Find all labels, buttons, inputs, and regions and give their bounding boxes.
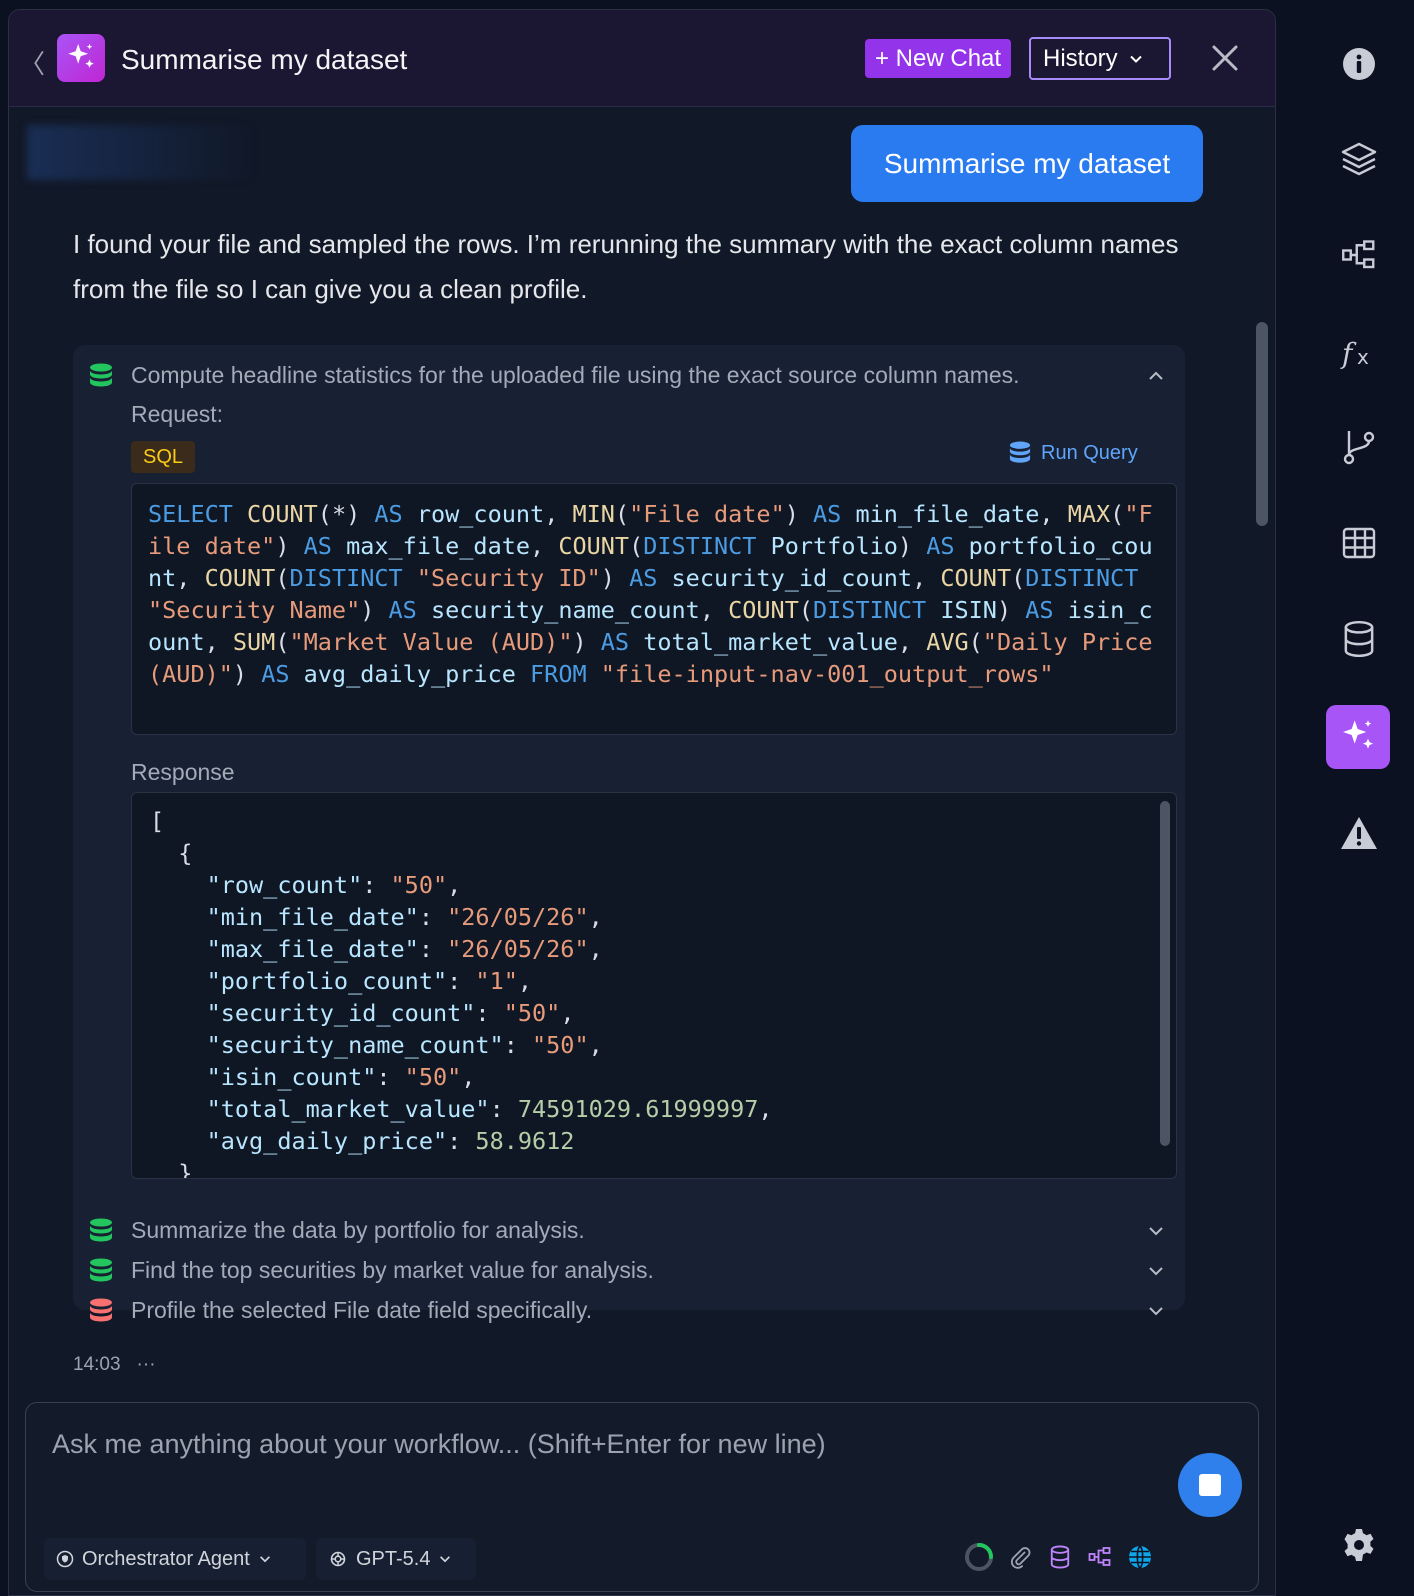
history-dropdown[interactable]: History xyxy=(1029,37,1171,80)
function-icon[interactable]: fx xyxy=(1338,332,1380,374)
workflow-icon[interactable] xyxy=(1083,1540,1117,1574)
globe-icon[interactable] xyxy=(1123,1540,1157,1574)
svg-text:f: f xyxy=(1340,337,1357,370)
svg-text:x: x xyxy=(1357,345,1369,369)
agent-label: Orchestrator Agent xyxy=(82,1547,250,1570)
chat-input-box[interactable]: Ask me anything about your workflow... (… xyxy=(25,1402,1259,1592)
chevron-down-icon xyxy=(1129,55,1142,63)
database-error-icon xyxy=(90,1298,112,1322)
chevron-down-icon[interactable] xyxy=(1147,1302,1165,1320)
message-meta: 14:03 ··· xyxy=(73,1354,156,1376)
openai-icon xyxy=(330,1551,346,1567)
stop-icon xyxy=(1199,1474,1221,1496)
sql-badge: SQL xyxy=(131,441,196,473)
response-json: [ { "row_count": "50", "min_file_date": … xyxy=(150,807,773,1179)
database-icon[interactable] xyxy=(1043,1540,1077,1574)
tool-call-card: Compute headline statistics for the uplo… xyxy=(73,345,1185,1323)
chat-title: Summarise my dataset xyxy=(121,44,408,75)
database-success-icon xyxy=(90,1218,112,1242)
sub-task-portfolio[interactable]: Summarize the data by portfolio for anal… xyxy=(131,1217,585,1244)
chat-header: 〈 Summarise my dataset + New Chat Histor… xyxy=(9,10,1275,107)
tool-call-description[interactable]: Compute headline statistics for the uplo… xyxy=(131,362,1020,389)
table-icon[interactable] xyxy=(1338,522,1380,564)
chevron-up-icon[interactable] xyxy=(1147,367,1165,385)
sparkles-icon xyxy=(1343,720,1373,749)
ai-assistant-tab[interactable] xyxy=(1326,705,1390,769)
response-scrollbar[interactable] xyxy=(1160,801,1170,1146)
close-button[interactable] xyxy=(1207,40,1243,76)
blurred-avatar xyxy=(27,125,257,180)
response-code-block[interactable]: [ { "row_count": "50", "min_file_date": … xyxy=(131,792,1177,1179)
run-query-button[interactable]: Run Query xyxy=(1009,441,1138,465)
paperclip-icon[interactable] xyxy=(1003,1540,1037,1574)
gear-icon[interactable] xyxy=(1338,1524,1380,1566)
chevron-down-icon[interactable] xyxy=(1147,1262,1165,1280)
chat-scrollbar[interactable] xyxy=(1256,322,1268,526)
chevron-down-icon[interactable] xyxy=(1147,1222,1165,1240)
database-success-icon xyxy=(90,1258,112,1282)
request-label: Request: xyxy=(131,401,224,427)
sparkles-logo-icon xyxy=(57,34,105,82)
shield-icon xyxy=(56,1550,74,1568)
layers-icon[interactable] xyxy=(1338,138,1380,180)
chat-input[interactable]: Ask me anything about your workflow... (… xyxy=(52,1429,826,1460)
user-message-bubble: Summarise my dataset xyxy=(851,125,1203,202)
more-options-icon[interactable]: ··· xyxy=(137,1354,156,1376)
sub-task-file-date[interactable]: Profile the selected File date field spe… xyxy=(131,1297,592,1324)
workflow-icon[interactable] xyxy=(1338,234,1380,276)
close-icon xyxy=(1212,45,1238,71)
response-label: Response xyxy=(131,759,235,785)
database-icon[interactable] xyxy=(1338,618,1380,660)
stop-button[interactable] xyxy=(1178,1453,1242,1517)
database-success-icon xyxy=(90,363,112,387)
chevron-down-icon xyxy=(440,1556,451,1563)
loading-spinner-icon xyxy=(962,1540,996,1574)
database-icon xyxy=(1009,441,1031,463)
info-icon[interactable] xyxy=(1338,43,1380,85)
history-label: History xyxy=(1043,44,1118,72)
assistant-message: I found your file and sampled the rows. … xyxy=(73,229,1179,304)
run-query-label: Run Query xyxy=(1041,441,1138,464)
message-timestamp: 14:03 xyxy=(73,1354,121,1375)
model-label: GPT-5.4 xyxy=(356,1547,431,1570)
chat-panel: 〈 Summarise my dataset + New Chat Histor… xyxy=(8,9,1276,1596)
agent-selector[interactable]: Orchestrator Agent xyxy=(44,1538,306,1580)
new-chat-button[interactable]: + New Chat xyxy=(865,39,1012,78)
warning-icon[interactable] xyxy=(1338,812,1380,854)
sub-task-top-securities[interactable]: Find the top securities by market value … xyxy=(131,1257,654,1284)
model-selector[interactable]: GPT-5.4 xyxy=(316,1538,476,1580)
collapse-chevron-icon[interactable]: 〈 xyxy=(19,44,45,81)
branch-icon[interactable] xyxy=(1338,426,1380,468)
sql-code-block: SELECT COUNT(*) AS row_count, MIN("File … xyxy=(131,483,1177,735)
chevron-down-icon xyxy=(259,1556,270,1563)
